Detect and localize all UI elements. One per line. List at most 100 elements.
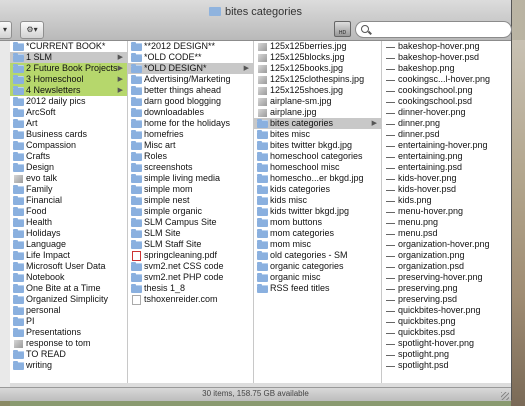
list-item[interactable]: cookingschool.png	[382, 85, 511, 96]
view-button[interactable]: ▾	[0, 21, 12, 39]
list-item[interactable]: menu.png	[382, 217, 511, 228]
list-item[interactable]: simple mom	[128, 184, 253, 195]
search-field[interactable]	[355, 21, 512, 38]
list-item[interactable]: Crafts	[10, 151, 127, 162]
list-item[interactable]: quickbites.png	[382, 316, 511, 327]
list-item[interactable]: 4 Newsletters ▶	[10, 85, 127, 96]
list-item[interactable]: quickbites.psd	[382, 327, 511, 338]
list-item[interactable]: ArcSoft	[10, 107, 127, 118]
list-item[interactable]: mom misc	[254, 239, 381, 250]
list-item[interactable]: old categories - SM	[254, 250, 381, 261]
list-item[interactable]: screenshots	[128, 162, 253, 173]
list-item[interactable]: Food	[10, 206, 127, 217]
list-item[interactable]: cookingsc...l-hover.png	[382, 74, 511, 85]
list-item[interactable]: Advertising/Marketing	[128, 74, 253, 85]
list-item[interactable]: Notebook	[10, 272, 127, 283]
list-item[interactable]: preserving.png	[382, 283, 511, 294]
list-item[interactable]: svm2.net PHP code	[128, 272, 253, 283]
list-item[interactable]: simple nest	[128, 195, 253, 206]
list-item[interactable]: Compassion	[10, 140, 127, 151]
list-item[interactable]: 2012 daily pics	[10, 96, 127, 107]
list-item[interactable]: mom categories	[254, 228, 381, 239]
list-item[interactable]: Microsoft User Data	[10, 261, 127, 272]
list-item[interactable]: 2 Future Book Projects ▶	[10, 63, 127, 74]
drive-icon[interactable]: HD	[334, 21, 351, 37]
list-item[interactable]: SLM Staff Site	[128, 239, 253, 250]
list-item[interactable]: One Bite at a Time	[10, 283, 127, 294]
list-item[interactable]: TO READ	[10, 349, 127, 360]
list-item[interactable]: response to tom	[10, 338, 127, 349]
list-item[interactable]: preserving.psd	[382, 294, 511, 305]
list-item[interactable]: spotlight.psd	[382, 360, 511, 371]
list-item[interactable]: 125x125books.jpg	[254, 63, 381, 74]
list-item[interactable]: bites twitter bkgd.jpg	[254, 140, 381, 151]
list-item[interactable]: bites misc	[254, 129, 381, 140]
list-item[interactable]: svm2.net CSS code	[128, 261, 253, 272]
list-item[interactable]: entertaining.psd	[382, 162, 511, 173]
list-item[interactable]: spotlight.png	[382, 349, 511, 360]
list-item[interactable]: 125x125clothespins.jpg	[254, 74, 381, 85]
list-item[interactable]: organization.psd	[382, 261, 511, 272]
list-item[interactable]: kids categories	[254, 184, 381, 195]
list-item[interactable]: Art	[10, 118, 127, 129]
list-item[interactable]: Business cards	[10, 129, 127, 140]
list-item[interactable]: homefries	[128, 129, 253, 140]
list-item[interactable]: Language	[10, 239, 127, 250]
list-item[interactable]: 3 Homeschool ▶	[10, 74, 127, 85]
list-item[interactable]: personal	[10, 305, 127, 316]
list-item[interactable]: kids-hover.png	[382, 173, 511, 184]
action-menu-button[interactable]: ⚙▾	[20, 21, 44, 39]
list-item[interactable]: bakeshop-hover.png	[382, 41, 511, 52]
list-item[interactable]: Design	[10, 162, 127, 173]
list-item[interactable]: better things ahead	[128, 85, 253, 96]
list-item[interactable]: entertaining-hover.png	[382, 140, 511, 151]
list-item[interactable]: bakeshop-hover.psd	[382, 52, 511, 63]
list-item[interactable]: organization.png	[382, 250, 511, 261]
list-item[interactable]: darn good blogging	[128, 96, 253, 107]
list-item[interactable]: homeschool categories	[254, 151, 381, 162]
list-item[interactable]: RSS feed titles	[254, 283, 381, 294]
list-item[interactable]: Holidays	[10, 228, 127, 239]
column-3[interactable]: 125x125berries.jpg 125x125blocks.jpg 125x1…	[254, 41, 382, 387]
list-item[interactable]: **2012 DESIGN**	[128, 41, 253, 52]
list-item[interactable]: quickbites-hover.png	[382, 305, 511, 316]
list-item[interactable]: airplane.jpg	[254, 107, 381, 118]
list-item[interactable]: Organized Simplicity	[10, 294, 127, 305]
list-item[interactable]: Health	[10, 217, 127, 228]
list-item[interactable]: *OLD DESIGN* ▶	[128, 63, 253, 74]
list-item[interactable]: SLM Campus Site	[128, 217, 253, 228]
column-1[interactable]: *CURRENT BOOK* 1 SLM ▶ 2 Future Book Projec…	[10, 41, 128, 387]
list-item[interactable]: cookingschool.psd	[382, 96, 511, 107]
list-item[interactable]: 125x125shoes.jpg	[254, 85, 381, 96]
list-item[interactable]: dinner.png	[382, 118, 511, 129]
list-item[interactable]: Misc art	[128, 140, 253, 151]
list-item[interactable]: mom buttons	[254, 217, 381, 228]
list-item[interactable]: PI	[10, 316, 127, 327]
list-item[interactable]: preserving-hover.png	[382, 272, 511, 283]
list-item[interactable]: 125x125berries.jpg	[254, 41, 381, 52]
list-item[interactable]: organic categories	[254, 261, 381, 272]
list-item[interactable]: homeschool misc	[254, 162, 381, 173]
list-item[interactable]: Financial	[10, 195, 127, 206]
list-item[interactable]: 125x125blocks.jpg	[254, 52, 381, 63]
list-item[interactable]: downloadables	[128, 107, 253, 118]
list-item[interactable]: Roles	[128, 151, 253, 162]
list-item[interactable]: entertaining.png	[382, 151, 511, 162]
list-item[interactable]: bites categories ▶	[254, 118, 381, 129]
resize-grip-icon[interactable]	[501, 392, 509, 400]
list-item[interactable]: Presentations	[10, 327, 127, 338]
list-item[interactable]: home for the holidays	[128, 118, 253, 129]
list-item[interactable]: airplane-sm.jpg	[254, 96, 381, 107]
list-item[interactable]: menu.psd	[382, 228, 511, 239]
list-item[interactable]: 1 SLM ▶	[10, 52, 127, 63]
list-item[interactable]: dinner.psd	[382, 129, 511, 140]
list-item[interactable]: kids twitter bkgd.jpg	[254, 206, 381, 217]
list-item[interactable]: bakeshop.png	[382, 63, 511, 74]
list-item[interactable]: spotlight-hover.png	[382, 338, 511, 349]
list-item[interactable]: Life Impact	[10, 250, 127, 261]
list-item[interactable]: tshoxenreider.com	[128, 294, 253, 305]
list-item[interactable]: organization-hover.png	[382, 239, 511, 250]
list-item[interactable]: simple organic	[128, 206, 253, 217]
column-4[interactable]: bakeshop-hover.png bakeshop-hover.psd bake…	[382, 41, 511, 387]
list-item[interactable]: writing	[10, 360, 127, 371]
